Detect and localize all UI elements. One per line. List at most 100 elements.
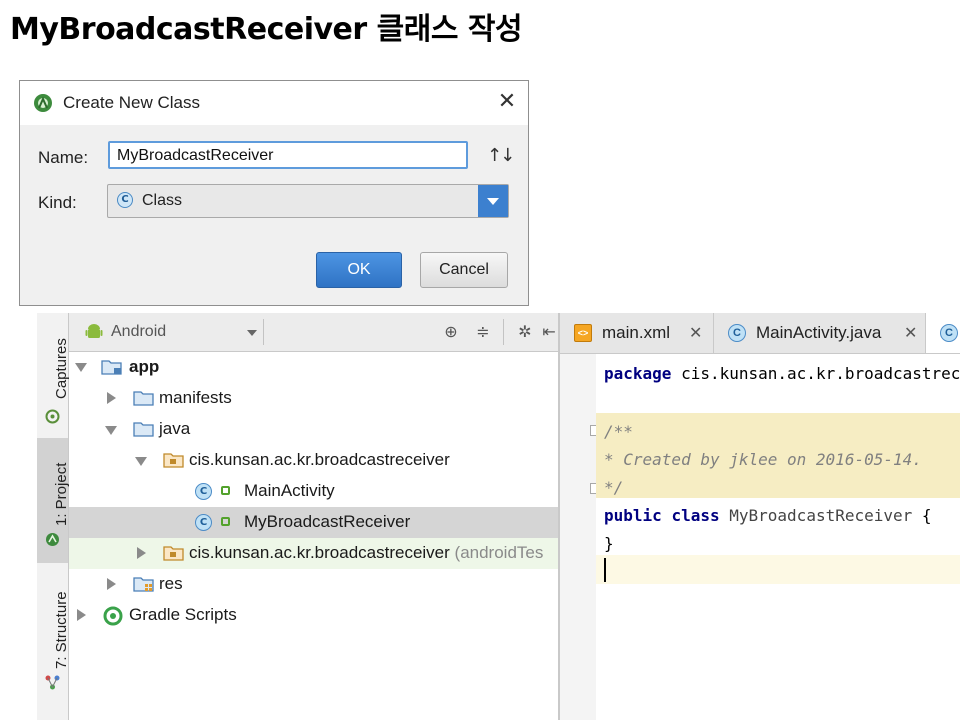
cancel-button[interactable]: Cancel [420, 252, 508, 288]
tab-structure[interactable]: 7: Structure [37, 569, 70, 699]
project-tree: app manifests java cis.kunsan.ac.kr.broa… [69, 352, 559, 720]
text-caret [604, 558, 606, 582]
tree-item-label: MyBroadcastReceiver [244, 512, 411, 531]
tree-item-mybroadcastreceiver[interactable]: C MyBroadcastReceiver [69, 507, 559, 538]
kind-selected-value: Class [142, 192, 183, 209]
tab-project-label: 1: Project [53, 462, 70, 526]
package-icon [163, 546, 184, 561]
dialog-title: Create New Class [63, 93, 200, 112]
folder-icon [133, 422, 154, 437]
kind-select[interactable]: C Class [107, 184, 509, 218]
tree-item-label: MainActivity [244, 481, 335, 500]
module-folder-icon [101, 360, 122, 375]
code-line-comment-body: * Created by jklee on 2016-05-14. [604, 450, 922, 469]
brace: { [921, 506, 932, 525]
expand-arrow-icon[interactable] [137, 547, 146, 559]
tree-item-label: cis.kunsan.ac.kr.broadcastreceiver (andr… [189, 543, 543, 563]
close-icon[interactable]: ✕ [689, 323, 702, 343]
java-class-icon: C [728, 324, 746, 342]
expand-arrow-icon[interactable] [77, 609, 86, 621]
sort-icon[interactable]: ↑↓ [487, 145, 515, 166]
class-name: MyBroadcastReceiver [729, 506, 913, 525]
tree-item-label: Gradle Scripts [129, 605, 237, 624]
tree-item-mainactivity[interactable]: C MainActivity [69, 476, 559, 507]
captures-icon [45, 409, 60, 424]
expand-arrow-icon[interactable] [135, 457, 147, 466]
tree-item-label: app [129, 357, 160, 376]
java-class-icon: C [195, 514, 212, 531]
tool-window-strip: Captures 1: Project 7: Structure [37, 313, 70, 720]
package-name: cis.kunsan.ac.kr.broadcastrece [681, 364, 960, 383]
code-editor[interactable]: package cis.kunsan.ac.kr.broadcastrece /… [596, 354, 960, 720]
tree-item-manifests[interactable]: manifests [69, 383, 559, 414]
close-icon[interactable]: ✕ [904, 323, 917, 343]
editor-tab-bar: <> main.xml ✕ C MainActivity.java ✕ C [560, 313, 960, 354]
tab-main-xml[interactable]: <> main.xml ✕ [560, 313, 714, 353]
tree-item-res[interactable]: res [69, 569, 559, 600]
keyword: package [604, 364, 672, 383]
gradle-icon [103, 606, 123, 626]
tab-project[interactable]: 1: Project [37, 438, 70, 563]
expand-arrow-icon[interactable] [75, 363, 87, 372]
code-line-comment-close: */ [604, 478, 624, 497]
tree-item-package[interactable]: cis.kunsan.ac.kr.broadcastreceiver [69, 445, 559, 476]
current-line-highlight [596, 555, 960, 584]
tree-item-app[interactable]: app [69, 352, 559, 383]
ok-button[interactable]: OK [316, 252, 402, 288]
gear-icon[interactable]: ✲ [515, 322, 535, 342]
header-divider [503, 319, 504, 345]
package-suffix: (androidTes [454, 543, 544, 562]
tab-mybroadcastreceiver-java[interactable]: C [926, 313, 960, 353]
collapse-all-icon[interactable]: ≑ [473, 322, 493, 342]
create-new-class-dialog: Create New Class ✕ Name: MyBroadcastRece… [19, 80, 529, 306]
slide-title: MyBroadcastReceiver 클래스 작성 [10, 12, 523, 47]
class-icon: C [117, 192, 133, 208]
expand-arrow-icon[interactable] [107, 392, 116, 404]
close-icon[interactable]: ✕ [496, 91, 518, 113]
tree-item-label: cis.kunsan.ac.kr.broadcastreceiver [189, 450, 450, 469]
tab-label: MainActivity.java [756, 323, 882, 342]
android-studio-icon [34, 94, 52, 112]
project-icon [46, 533, 59, 546]
hide-panel-icon[interactable]: ⇤ [539, 322, 559, 342]
java-class-icon: C [940, 324, 958, 342]
class-name-input[interactable]: MyBroadcastReceiver [108, 141, 468, 169]
tree-item-java[interactable]: java [69, 414, 559, 445]
expand-arrow-icon[interactable] [107, 578, 116, 590]
keyword: public [604, 506, 662, 525]
lock-icon [221, 517, 230, 526]
tree-item-label: res [159, 574, 183, 593]
kind-label: Kind: [38, 193, 77, 212]
tab-captures[interactable]: Captures [37, 317, 70, 435]
code-line-package: package cis.kunsan.ac.kr.broadcastrece [604, 364, 960, 383]
tab-mainactivity-java[interactable]: C MainActivity.java ✕ [714, 313, 926, 353]
tree-item-package-androidtest[interactable]: cis.kunsan.ac.kr.broadcastreceiver (andr… [69, 538, 559, 569]
tree-item-label: java [159, 419, 191, 438]
editor-gutter [560, 354, 601, 720]
android-icon [85, 324, 103, 338]
tab-structure-label: 7: Structure [53, 591, 70, 669]
view-selector[interactable]: Android [111, 323, 166, 341]
expand-arrow-icon[interactable] [105, 426, 117, 435]
package-icon [163, 453, 184, 468]
xml-file-icon: <> [574, 324, 592, 342]
chevron-down-icon[interactable] [478, 185, 508, 217]
tree-item-gradle-scripts[interactable]: Gradle Scripts [69, 600, 559, 631]
code-line-close-brace: } [604, 534, 614, 553]
structure-icon [45, 675, 60, 690]
project-panel-header: Android ⊕ ≑ ✲ ⇤ [69, 313, 559, 352]
locate-icon[interactable]: ⊕ [441, 322, 461, 342]
tab-captures-label: Captures [53, 338, 70, 399]
chevron-down-icon[interactable] [247, 330, 257, 336]
name-label: Name: [38, 148, 89, 167]
header-divider [263, 319, 264, 345]
package-name: cis.kunsan.ac.kr.broadcastreceiver [189, 543, 450, 562]
code-line-comment-open: /** [604, 422, 633, 441]
tab-label: main.xml [602, 323, 671, 342]
code-line-class-decl: public class MyBroadcastReceiver { [604, 506, 932, 525]
tree-item-label: manifests [159, 388, 232, 407]
dialog-titlebar: Create New Class ✕ [20, 81, 528, 125]
resource-folder-icon [133, 577, 154, 592]
ide-window: Captures 1: Project 7: Structure Android… [37, 313, 960, 720]
java-class-icon: C [195, 483, 212, 500]
